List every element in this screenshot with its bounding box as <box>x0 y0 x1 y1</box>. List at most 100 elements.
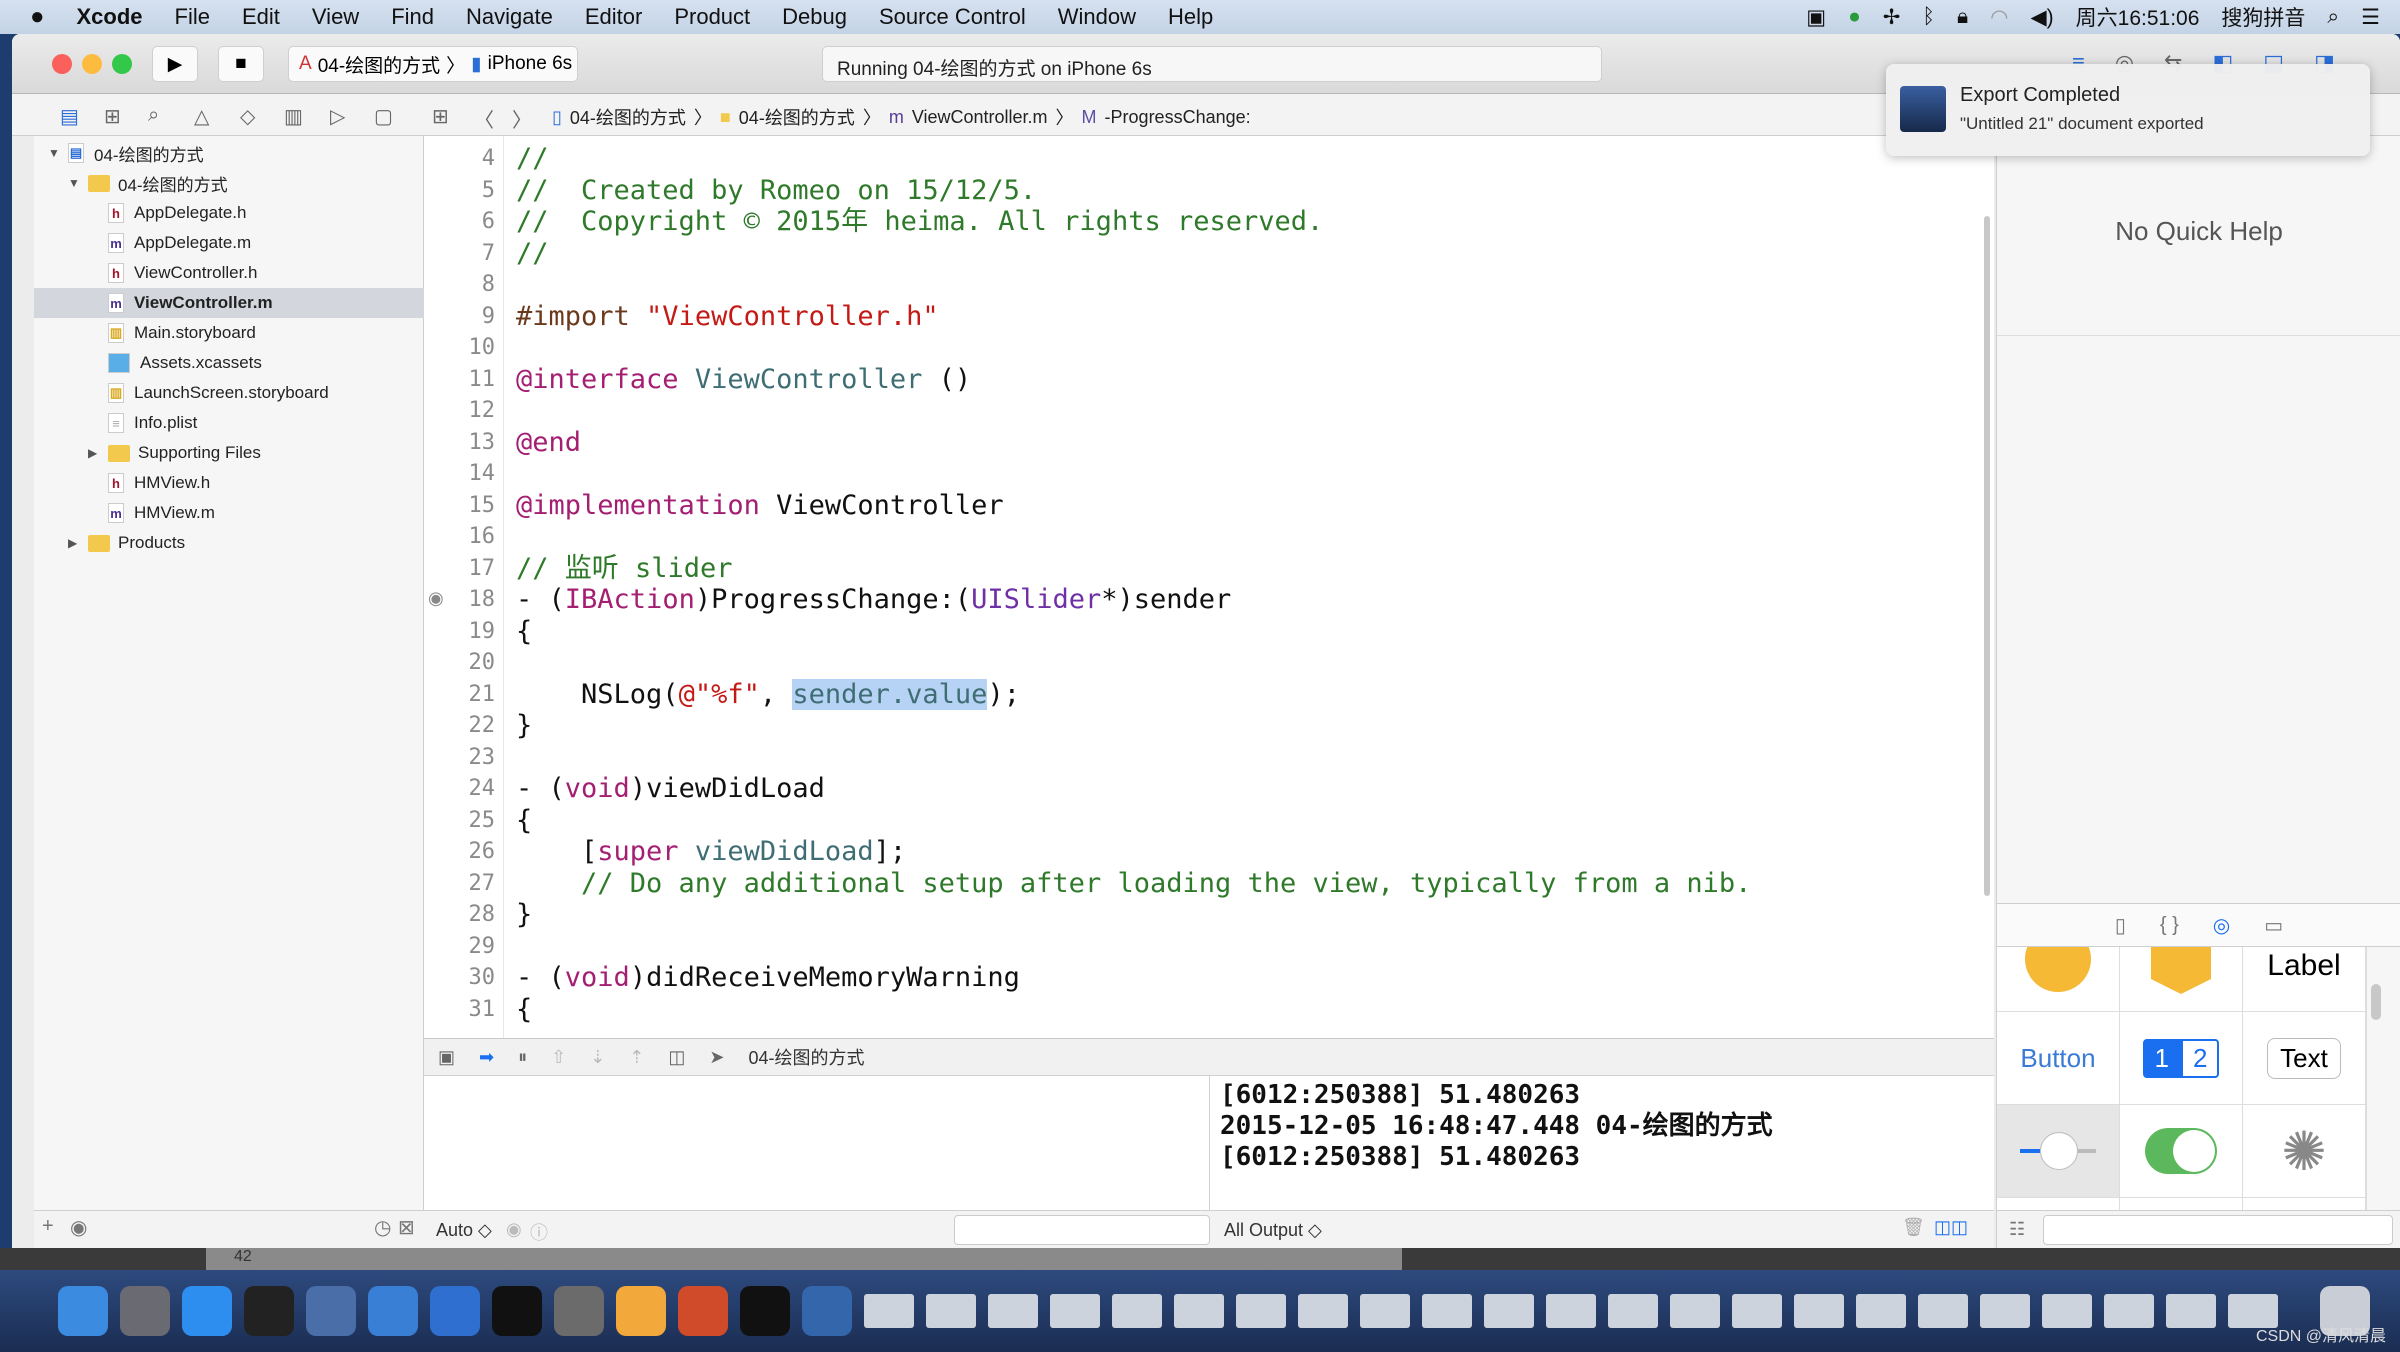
minimized-window-thumbnail[interactable] <box>1484 1294 1534 1328</box>
minimized-window-thumbnail[interactable] <box>2104 1294 2154 1328</box>
search-navigator-icon[interactable]: ⌕ <box>148 104 159 127</box>
disclosure-open-icon[interactable]: ▼ <box>68 176 84 190</box>
wifi-icon[interactable]: ◠ <box>1990 5 2008 30</box>
xcode-icon[interactable] <box>368 1286 418 1336</box>
navigator-item[interactable]: ▼ ▤ 04-绘图的方式 <box>34 138 424 168</box>
grid-list-toggle-icon[interactable]: ☷ <box>2009 1219 2025 1240</box>
minimized-window-thumbnail[interactable] <box>1856 1294 1906 1328</box>
test-navigator-icon[interactable]: ◇ <box>240 104 255 129</box>
code-snippet-library-icon[interactable]: { } <box>2160 914 2179 937</box>
minimized-window-thumbnail[interactable] <box>1980 1294 2030 1328</box>
trash-icon[interactable]: 🗑︎ <box>1902 1217 1925 1238</box>
finder-icon[interactable] <box>58 1286 108 1336</box>
menu-find[interactable]: Find <box>375 4 450 30</box>
zoom-button[interactable] <box>112 54 132 74</box>
ibaction-connection-icon[interactable]: ◉ <box>428 588 444 609</box>
quicktime-icon[interactable] <box>802 1286 852 1336</box>
variables-filter-input[interactable] <box>954 1215 1210 1245</box>
minimized-window-thumbnail[interactable] <box>2166 1294 2216 1328</box>
lock-icon[interactable]: 🔒︎ <box>1957 5 1968 29</box>
view-debugger-icon[interactable]: ◫ <box>668 1047 685 1068</box>
label-object[interactable]: Label <box>2243 947 2365 1011</box>
back-icon[interactable]: 〈 <box>474 104 494 133</box>
button-object[interactable]: Button <box>1997 1012 2119 1104</box>
media-library-icon[interactable]: ▭ <box>2264 913 2283 938</box>
symbol-navigator-icon[interactable]: ⊞ <box>104 104 121 129</box>
location-icon[interactable]: ➤ <box>709 1047 724 1068</box>
minimized-window-thumbnail[interactable] <box>1112 1294 1162 1328</box>
minimized-window-thumbnail[interactable] <box>1050 1294 1100 1328</box>
minimized-window-thumbnail[interactable] <box>1732 1294 1782 1328</box>
quick-look-icon[interactable]: ◉ <box>506 1219 522 1240</box>
project-navigator-icon[interactable]: ▤ <box>60 104 79 129</box>
activity-indicator-object[interactable]: ✺ <box>2243 1105 2365 1197</box>
volume-icon[interactable]: ◀) <box>2031 5 2054 30</box>
navigator-item[interactable]: m AppDelegate.m <box>34 228 424 258</box>
pause-icon[interactable]: ⏸ <box>518 1047 527 1068</box>
jump-bar-item[interactable]: 04-绘图的方式 <box>739 104 855 130</box>
navigator-item[interactable]: h ViewController.h <box>34 258 424 288</box>
step-into-icon[interactable]: ⇣ <box>590 1047 605 1068</box>
hide-debug-icon[interactable]: ▣ <box>438 1047 455 1068</box>
terminal-icon[interactable] <box>492 1286 542 1336</box>
related-items-icon[interactable]: ⊞ <box>432 104 449 129</box>
add-icon[interactable]: + <box>42 1215 54 1238</box>
navigator-item[interactable]: ▶ Products <box>34 528 424 558</box>
variables-scope-select[interactable]: Auto ◇ <box>436 1220 492 1241</box>
library-item[interactable] <box>2243 1198 2365 1210</box>
navigator-item[interactable]: ▥ Main.storyboard <box>34 318 424 348</box>
screen-record-icon[interactable]: ▣ <box>1806 5 1826 30</box>
navigator-item[interactable]: ▼ 04-绘图的方式 <box>34 168 424 198</box>
minimized-window-thumbnail[interactable] <box>1422 1294 1472 1328</box>
minimized-window-thumbnail[interactable] <box>864 1294 914 1328</box>
minimized-window-thumbnail[interactable] <box>1236 1294 1286 1328</box>
step-out-icon[interactable]: ⇡ <box>629 1047 644 1068</box>
menu-editor[interactable]: Editor <box>569 4 658 30</box>
keynote-icon[interactable] <box>430 1286 480 1336</box>
object-cube[interactable] <box>2120 947 2242 1011</box>
recent-files-icon[interactable]: ◷ <box>374 1215 391 1240</box>
menu-navigate[interactable]: Navigate <box>450 4 569 30</box>
navigator-item[interactable]: h AppDelegate.h <box>34 198 424 228</box>
library-item[interactable] <box>1997 1198 2119 1210</box>
menu-debug[interactable]: Debug <box>766 4 863 30</box>
mouse-icon[interactable] <box>244 1286 294 1336</box>
fan-icon[interactable]: ✢ <box>1883 5 1901 30</box>
line-number-gutter[interactable]: 4 5 6 7 8 9 10 11 12 13 14 15 16 17 18 ◉ 19 20 21 22 23 24 25 2… <box>424 136 504 1038</box>
menu-source-control[interactable]: Source Control <box>863 4 1042 30</box>
menu-xcode[interactable]: Xcode <box>61 4 159 30</box>
slider-object[interactable] <box>1997 1105 2119 1197</box>
player-icon[interactable]: ● <box>1848 5 1861 29</box>
apple-menu-icon[interactable]: ● <box>0 3 61 31</box>
debug-navigator-icon[interactable]: ▥ <box>284 104 303 129</box>
breakpoint-navigator-icon[interactable]: ▷ <box>330 104 345 129</box>
horizontal-scrollbar[interactable]: 42 <box>206 1248 1402 1270</box>
source-control-filter-icon[interactable]: ⊠ <box>398 1215 415 1240</box>
library-filter-input[interactable] <box>2043 1215 2393 1245</box>
file-template-library-icon[interactable]: ▯ <box>2115 913 2126 938</box>
notification-center-icon[interactable]: ☰ <box>2361 5 2380 30</box>
jump-bar-item[interactable]: -ProgressChange: <box>1105 107 1251 128</box>
split-view-icon[interactable]: ◫◫ <box>1934 1217 1968 1238</box>
console-output[interactable]: [6012:250388] 51.480263 2015-12-05 16:48:… <box>1210 1076 1994 1210</box>
navigator-item[interactable]: ≡ Info.plist <box>34 408 424 438</box>
forward-icon[interactable]: 〉 <box>512 104 532 133</box>
close-button[interactable] <box>52 54 72 74</box>
disclosure-closed-icon[interactable]: ▶ <box>68 536 84 550</box>
sketch-icon[interactable] <box>616 1286 666 1336</box>
terminal-black-icon[interactable] <box>740 1286 790 1336</box>
navigator-item[interactable]: m HMView.m <box>34 498 424 528</box>
disclosure-open-icon[interactable]: ▼ <box>48 146 64 160</box>
minimized-window-thumbnail[interactable] <box>1174 1294 1224 1328</box>
minimized-window-thumbnail[interactable] <box>1360 1294 1410 1328</box>
ime-label[interactable]: 搜狗拼音 <box>2221 2 2305 32</box>
spotlight-icon[interactable]: ⌕ <box>2327 5 2339 29</box>
avplayer-object[interactable] <box>1997 947 2119 1011</box>
navigator-item[interactable]: ▶ Supporting Files <box>34 438 424 468</box>
minimized-window-thumbnail[interactable] <box>1298 1294 1348 1328</box>
navigator-item[interactable]: Assets.xcassets <box>34 348 424 378</box>
report-navigator-icon[interactable]: ▢ <box>374 104 393 129</box>
jump-bar-item[interactable]: ViewController.m <box>912 107 1048 128</box>
library-scrollbar[interactable] <box>2371 984 2381 1020</box>
object-library-icon[interactable]: ◎ <box>2213 913 2230 938</box>
